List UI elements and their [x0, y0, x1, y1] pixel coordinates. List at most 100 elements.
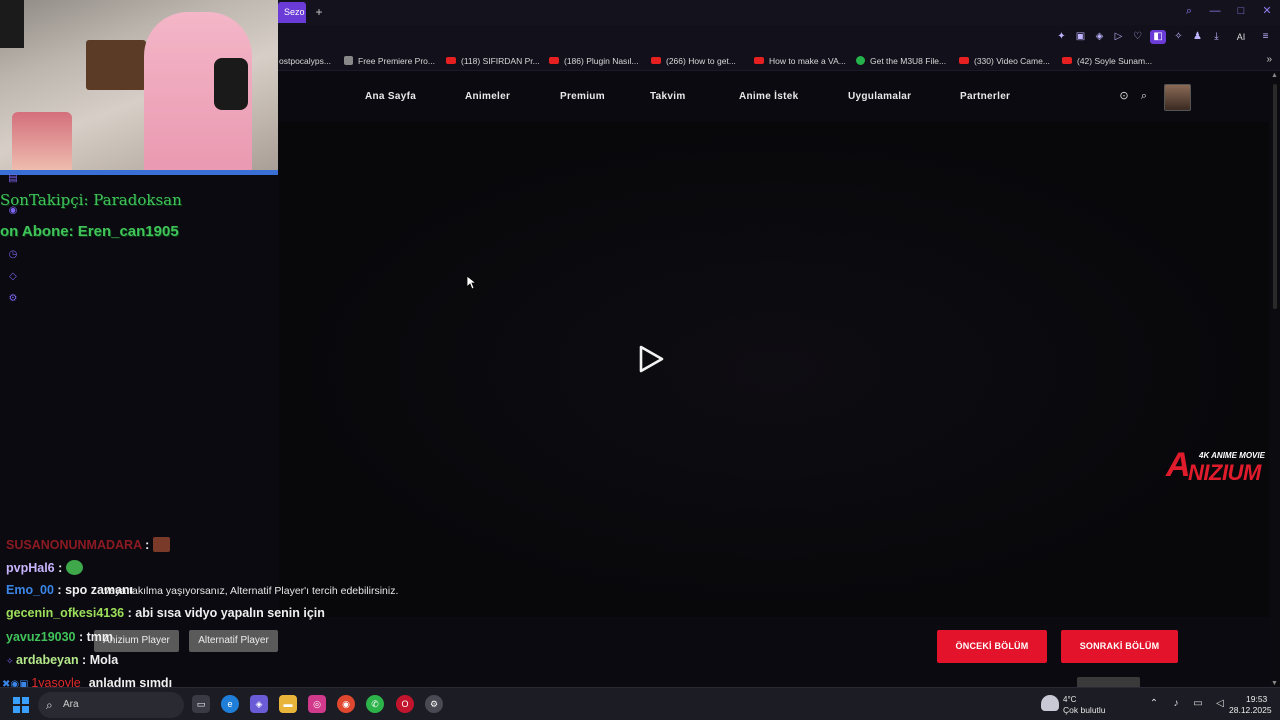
chat-text: spo zamanı — [61, 583, 134, 597]
webcam-anime-avatar — [12, 112, 72, 175]
new-tab-button[interactable]: + — [312, 3, 326, 21]
chat-username: pvpHal6 — [6, 561, 55, 575]
nav-premium[interactable]: Premium — [560, 91, 605, 102]
play-icon[interactable] — [636, 344, 666, 374]
search-placeholder: Ara — [63, 699, 79, 710]
page-icon — [344, 56, 353, 65]
chevron-up-icon[interactable]: ⌃ — [1148, 697, 1160, 711]
edge-icon[interactable]: e — [221, 695, 239, 713]
user-avatar[interactable] — [1164, 84, 1191, 111]
chat-separator: : — [75, 630, 84, 644]
emote-icon — [66, 560, 84, 575]
opera-gx-icon[interactable]: O — [396, 695, 414, 713]
twitch-icon: ▤ — [8, 173, 18, 184]
brand-letter: A — [1166, 446, 1191, 484]
profile-icon[interactable]: ♟ — [1191, 30, 1204, 44]
bookmark[interactable]: ostpocalyps... — [279, 54, 331, 68]
chat-separator: : — [54, 561, 63, 575]
clock-time[interactable]: 19:53 — [1246, 694, 1267, 704]
chat-username: yavuz19030 — [6, 630, 76, 644]
video-player[interactable] — [279, 122, 1269, 617]
youtube-icon — [959, 57, 969, 64]
bookmark[interactable]: Get the M3U8 File... — [856, 54, 946, 68]
badge-icon: ✧ — [6, 656, 17, 666]
pin-icon[interactable]: ✦ — [1055, 30, 1068, 44]
file-explorer-icon[interactable]: ▬ — [279, 695, 297, 713]
youtube-icon — [754, 57, 764, 64]
display-icon[interactable]: ▭ — [1192, 697, 1204, 711]
player-icon[interactable]: ▷ — [1112, 30, 1125, 44]
nav-uygulamalar[interactable]: Uygulamalar — [848, 91, 911, 102]
cloud-icon[interactable] — [1041, 695, 1059, 711]
bookmark[interactable]: (330) Video Came... — [959, 54, 1050, 68]
next-episode-button[interactable]: SONRAKİ BÖLÜM — [1061, 630, 1178, 663]
shield-icon[interactable]: ◈ — [1093, 30, 1106, 44]
maximize-icon[interactable]: □ — [1234, 4, 1248, 18]
menu-icon[interactable]: ≡ — [1259, 30, 1272, 44]
weather-description: Çok bulutlu — [1063, 705, 1106, 715]
bookmark[interactable]: How to make a VA... — [754, 54, 846, 68]
chat-message: yavuz19030 : tmm — [6, 630, 113, 644]
youtube-icon — [446, 57, 456, 64]
screenshot-icon[interactable]: ▣ — [1074, 30, 1087, 44]
search-icon: ⌕ — [46, 698, 53, 712]
system-tray: ⌃ ♪ ▭ ◁ — [1148, 697, 1226, 711]
last-subscriber-alert: on Abone: Eren_can1905 — [0, 223, 179, 240]
taskbar-search[interactable]: ⌕ Ara — [38, 692, 184, 718]
active-tab[interactable]: Sezo — [278, 2, 306, 23]
chat-separator: : — [141, 538, 150, 552]
tag-icon: ◇ — [9, 271, 17, 282]
download-icon[interactable]: ⤓ — [1210, 30, 1223, 44]
windows-taskbar: ⌕ Ara ▭ e ◈ ▬ ◎ ◉ ✆ O ⚙ 4°C Çok bulutlu … — [0, 687, 1280, 720]
task-view-icon[interactable]: ▭ — [192, 695, 210, 713]
bookmark[interactable]: (266) How to get... — [651, 54, 736, 68]
lightbulb-icon[interactable]: ⊙ — [1117, 89, 1131, 103]
chat-message: Emo_00 : spo zamanı — [6, 583, 133, 597]
brand-name: NIZIUM — [1188, 460, 1261, 485]
nav-takvim[interactable]: Takvim — [650, 91, 686, 102]
nav-anime-istek[interactable]: Anime İstek — [739, 91, 798, 102]
bookmark[interactable]: (118) SIFIRDAN Pr... — [446, 54, 540, 68]
chat-username: Emo_00 — [6, 583, 54, 597]
webcam-tv — [0, 0, 24, 48]
search-icon[interactable]: ⌕ — [1137, 89, 1151, 103]
bookmark[interactable]: (186) Plugin Nasıl... — [549, 54, 639, 68]
minimize-icon[interactable]: — — [1208, 4, 1222, 18]
page-scrollbar[interactable]: ▲ ▼ — [1270, 72, 1280, 687]
chat-text: Mola — [86, 653, 119, 667]
screen: A 4K ANIME MOVIE NIZIUM veya takılma yaş… — [0, 0, 1280, 720]
brand-tagline: 4K ANIME MOVIE — [1199, 451, 1265, 460]
close-icon[interactable]: ✕ — [1260, 4, 1274, 18]
previous-episode-button[interactable]: ÖNCEKİ BÖLÜM — [937, 630, 1047, 663]
bookmark[interactable]: (42) Soyle Sunam... — [1062, 54, 1152, 68]
tab-search-icon[interactable]: ⌕ — [1182, 4, 1196, 18]
webcam-table — [86, 40, 146, 90]
nav-animeler[interactable]: Animeler — [465, 91, 510, 102]
lower-button[interactable] — [1077, 677, 1140, 687]
settings-app-icon[interactable]: ⚙ — [425, 695, 443, 713]
chrome-icon[interactable]: ◉ — [337, 695, 355, 713]
chat-message: pvpHal6 : — [6, 560, 84, 575]
puzzle-icon[interactable]: ✧ — [1172, 30, 1185, 44]
whatsapp-icon[interactable]: ✆ — [366, 695, 384, 713]
chat-separator: : — [124, 606, 132, 620]
last-follower-alert: SonTakipçi: Paradoksan — [0, 191, 182, 209]
webcam-overlay — [0, 0, 278, 175]
copilot-icon[interactable]: ◈ — [250, 695, 268, 713]
instagram-icon[interactable]: ◎ — [308, 695, 326, 713]
ai-button[interactable]: AI — [1229, 30, 1253, 44]
nav-partnerler[interactable]: Partnerler — [960, 91, 1010, 102]
chat-message: SUSANONUNMADARA : — [6, 537, 171, 552]
youtube-icon — [1062, 57, 1072, 64]
chevron-right-icon[interactable]: » — [1266, 54, 1272, 65]
scroll-down-icon[interactable]: ▼ — [1271, 680, 1278, 687]
speaker-icon[interactable]: ◁ — [1214, 697, 1226, 711]
bookmark[interactable]: Free Premiere Pro... — [344, 54, 435, 68]
extension-active-icon[interactable]: ◧ — [1150, 30, 1166, 44]
microphone-icon[interactable]: ♪ — [1170, 697, 1182, 711]
windows-start-icon[interactable] — [13, 697, 29, 713]
heart-icon[interactable]: ♡ — [1131, 30, 1144, 44]
alternatif-player-button[interactable]: Alternatif Player — [189, 630, 278, 652]
clock-date[interactable]: 28.12.2025 — [1229, 705, 1272, 715]
nav-ana-sayfa[interactable]: Ana Sayfa — [365, 91, 416, 102]
